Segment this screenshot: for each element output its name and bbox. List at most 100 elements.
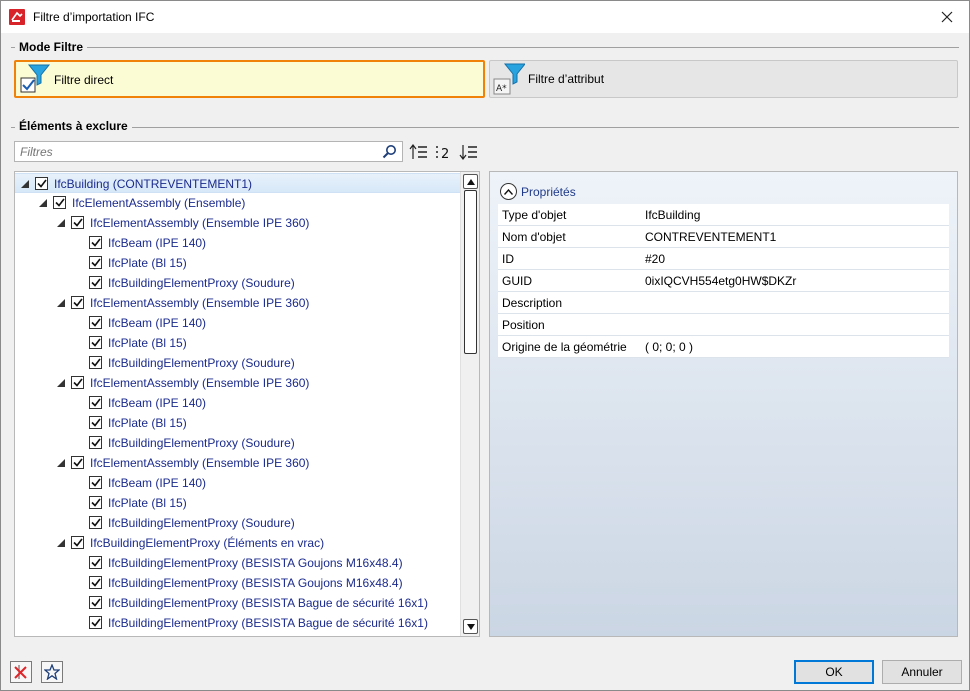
collapse-button[interactable] <box>500 183 517 200</box>
expand-triangle-icon[interactable] <box>57 219 66 228</box>
tree-scrollbar[interactable] <box>460 172 479 636</box>
element-tree[interactable]: IfcBuilding (CONTREVENTEMENT1) IfcElement… <box>14 171 480 637</box>
tree-node-label: IfcBuildingElementProxy (BESISTA Goujons… <box>108 556 403 570</box>
tree-checkbox[interactable] <box>89 256 102 269</box>
tree-node-label: IfcBuildingElementProxy (Soudure) <box>108 356 295 370</box>
scroll-up-button[interactable] <box>463 174 478 189</box>
tree-node-label: IfcBeam (IPE 140) <box>108 236 207 250</box>
tree-checkbox[interactable] <box>35 177 48 190</box>
tree-checkbox[interactable] <box>89 396 102 409</box>
property-value: 0ixIQCVH554etg0HW$DKZr <box>645 273 797 288</box>
property-row: Description <box>498 292 949 314</box>
filter-search-box[interactable] <box>14 141 403 162</box>
property-row: Origine de la géométrie ( 0; 0; 0 ) <box>498 336 949 358</box>
sort-descending-icon[interactable] <box>459 143 479 161</box>
filter-input[interactable] <box>15 142 365 161</box>
exclude-heading: Éléments à exclure <box>15 119 132 133</box>
checkmark-icon <box>90 338 101 347</box>
tree-row[interactable]: IfcBuildingElementProxy (Soudure) <box>15 273 461 293</box>
tree-row[interactable]: IfcPlate (Bl 15) <box>15 333 461 353</box>
tree-node-label: IfcElementAssembly (Ensemble) <box>72 196 246 210</box>
tree-checkbox[interactable] <box>89 496 102 509</box>
checkmark-icon <box>72 458 83 467</box>
tree-row[interactable]: IfcPlate (Bl 15) <box>15 413 461 433</box>
properties-header[interactable]: Propriétés <box>500 183 576 200</box>
expand-triangle-icon[interactable] <box>57 459 66 468</box>
tree-row[interactable]: IfcBuilding (CONTREVENTEMENT1) <box>15 173 461 193</box>
property-key: ID <box>502 251 514 266</box>
tree-row[interactable]: IfcBuildingElementProxy (Éléments en vra… <box>15 533 461 553</box>
attribute-filter-button[interactable]: A* Filtre d’attribut <box>489 60 958 98</box>
expand-triangle-icon[interactable] <box>39 199 48 208</box>
tree-checkbox[interactable] <box>89 236 102 249</box>
tree-row[interactable]: IfcPlate (Bl 15) <box>15 493 461 513</box>
tree-row[interactable]: IfcBuildingElementProxy (Soudure) <box>15 433 461 453</box>
ok-button[interactable]: OK <box>794 660 874 684</box>
tree-checkbox[interactable] <box>89 516 102 529</box>
property-value: IfcBuilding <box>645 207 701 222</box>
sort-ascending-icon[interactable] <box>409 143 429 161</box>
property-value: #20 <box>645 251 666 266</box>
favorites-button[interactable] <box>41 661 63 683</box>
tree-row[interactable]: IfcBuildingElementProxy (BESISTA Bague d… <box>15 613 461 633</box>
property-row: ID #20 <box>498 248 949 270</box>
checkmark-icon <box>90 318 101 327</box>
tree-checkbox[interactable] <box>89 616 102 629</box>
tree-row[interactable]: IfcBeam (IPE 140) <box>15 473 461 493</box>
tree-row[interactable]: IfcBeam (IPE 140) <box>15 313 461 333</box>
tree-checkbox[interactable] <box>71 216 84 229</box>
tree-checkbox[interactable] <box>71 296 84 309</box>
close-button[interactable] <box>935 6 959 28</box>
tree-row[interactable]: IfcBuildingElementProxy (Soudure) <box>15 513 461 533</box>
tree-row[interactable]: IfcElementAssembly (Ensemble IPE 360) <box>15 293 461 313</box>
expand-triangle-icon[interactable] <box>57 379 66 388</box>
tree-checkbox[interactable] <box>71 536 84 549</box>
tree-checkbox[interactable] <box>71 456 84 469</box>
tree-row[interactable]: IfcBuildingElementProxy (BESISTA Goujons… <box>15 553 461 573</box>
tree-node-label: IfcBuildingElementProxy (BESISTA Bague d… <box>108 616 428 630</box>
tree-row[interactable]: IfcElementAssembly (Ensemble IPE 360) <box>15 453 461 473</box>
tree-checkbox[interactable] <box>89 436 102 449</box>
reset-filter-button[interactable] <box>10 661 32 683</box>
checkmark-icon <box>90 558 101 567</box>
tree-checkbox[interactable] <box>89 316 102 329</box>
expand-triangle-icon[interactable] <box>21 180 30 189</box>
scroll-thumb[interactable] <box>464 190 477 354</box>
property-row: GUID 0ixIQCVH554etg0HW$DKZr <box>498 270 949 292</box>
tree-checkbox[interactable] <box>89 596 102 609</box>
tree-checkbox[interactable] <box>89 276 102 289</box>
checkmark-icon <box>90 598 101 607</box>
tree-row[interactable]: IfcBuildingElementProxy (BESISTA Goujons… <box>15 573 461 593</box>
tree-checkbox[interactable] <box>89 556 102 569</box>
tree-row[interactable]: IfcElementAssembly (Ensemble) <box>15 193 461 213</box>
chevron-up-icon <box>504 188 513 195</box>
expand-triangle-icon[interactable] <box>57 299 66 308</box>
tree-node-label: IfcPlate (Bl 15) <box>108 496 187 510</box>
cancel-button[interactable]: Annuler <box>882 660 962 684</box>
tree-checkbox[interactable] <box>53 196 66 209</box>
tree-checkbox[interactable] <box>89 476 102 489</box>
tree-checkbox[interactable] <box>89 416 102 429</box>
direct-filter-button[interactable]: Filtre direct <box>14 60 485 98</box>
tree-node-label: IfcBuildingElementProxy (Soudure) <box>108 276 295 290</box>
tree-checkbox[interactable] <box>89 356 102 369</box>
scroll-down-button[interactable] <box>463 619 478 634</box>
tree-row[interactable]: IfcBeam (IPE 140) <box>15 233 461 253</box>
tree-row[interactable]: IfcElementAssembly (Ensemble IPE 360) <box>15 213 461 233</box>
search-icon[interactable] <box>382 144 397 159</box>
numbering-icon[interactable]: 2 <box>434 143 454 161</box>
tree-checkbox[interactable] <box>89 576 102 589</box>
tree-row[interactable]: IfcBuildingElementProxy (Soudure) <box>15 353 461 373</box>
tree-checkbox[interactable] <box>71 376 84 389</box>
close-icon <box>941 11 953 23</box>
checkmark-icon <box>90 438 101 447</box>
tree-checkbox[interactable] <box>89 336 102 349</box>
checkmark-icon <box>72 378 83 387</box>
tree-row[interactable]: IfcBeam (IPE 140) <box>15 393 461 413</box>
tree-row[interactable]: IfcElementAssembly (Ensemble IPE 360) <box>15 373 461 393</box>
expand-triangle-icon[interactable] <box>57 539 66 548</box>
tree-row[interactable]: IfcBuildingElementProxy (BESISTA Bague d… <box>15 593 461 613</box>
properties-table: Type d'objet IfcBuilding Nom d'objet CONTRE… <box>498 204 949 358</box>
tree-row[interactable]: IfcPlate (Bl 15) <box>15 253 461 273</box>
property-value: CONTREVENTEMENT1 <box>645 229 777 244</box>
